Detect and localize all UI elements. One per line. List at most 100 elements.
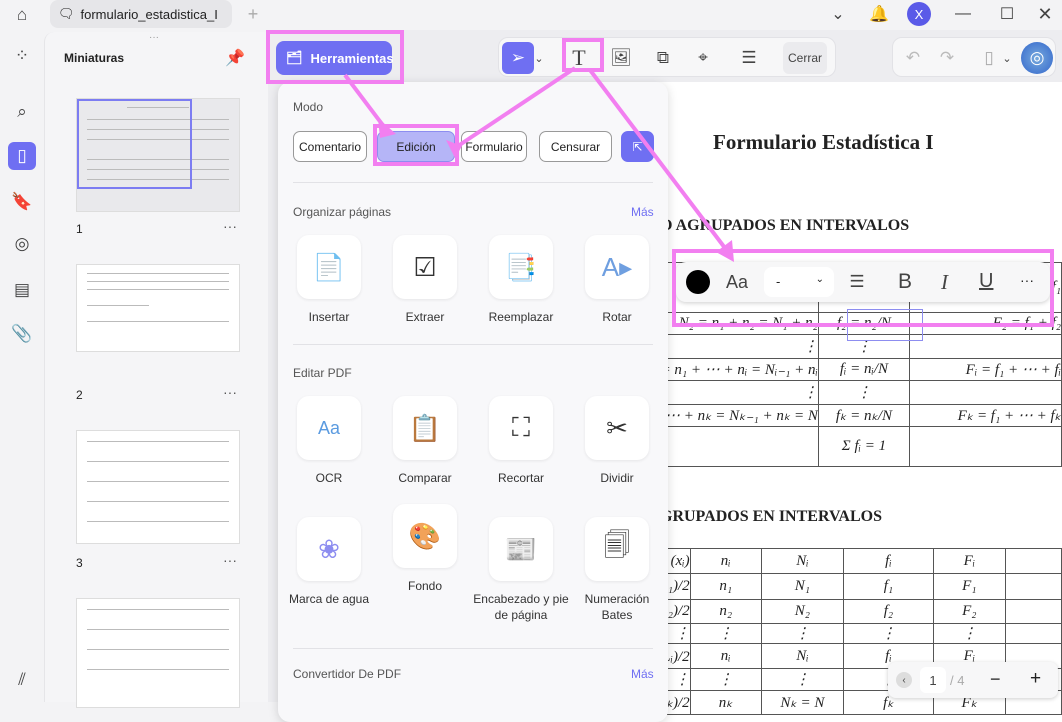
toolbox-icon: 🗂 [286, 50, 303, 65]
add-image-icon[interactable]: 🖼 [605, 42, 637, 74]
selected-text-box[interactable] [847, 309, 923, 341]
page-thumbnail-4[interactable] [76, 598, 240, 708]
table-cell [909, 380, 1062, 405]
stamp-icon[interactable]: ▤ [8, 276, 36, 304]
close-edit-button[interactable]: Cerrar [783, 42, 827, 74]
ai-assistant-icon[interactable]: ◎ [1021, 42, 1053, 74]
table-row: N_k = n₁ + ⋯ + nₖ = Nₖ₋₁ + nₖ = Nfₖ = nₖ… [645, 404, 1062, 427]
left-rail: ⁘ ⌕ ▯ 🔖 ◎ ▤ 📎 ⫽ [0, 30, 44, 702]
select-cursor-icon[interactable]: ➢ [502, 42, 534, 74]
table-cell: Nᵢ [760, 643, 845, 669]
tools-label: Herramientas [310, 50, 394, 66]
home-icon[interactable]: ⌂ [8, 2, 36, 28]
mode-edit-button[interactable]: Edición [377, 131, 455, 162]
settings-sliders-icon[interactable]: ☰ [733, 42, 765, 74]
replace-tool[interactable]: 📑 Reemplazar [473, 235, 569, 325]
avatar[interactable]: X [907, 2, 931, 26]
column-header: Nᵢ [760, 548, 845, 574]
bates-numbering-tool[interactable]: 🗐 Numeración Bates [569, 517, 665, 623]
rotate-icon: A▸ [585, 235, 649, 299]
table-cell [909, 426, 1062, 467]
table-cell: nᵢ [689, 643, 762, 669]
table-cell: ⋮ [760, 623, 845, 644]
rotate-tool[interactable]: A▸ Rotar [569, 235, 665, 325]
mode-redact-button[interactable]: Censurar [539, 131, 612, 162]
table-cell: Σ fᵢ = 1 [817, 426, 911, 467]
mode-form-button[interactable]: Formulario [461, 131, 527, 162]
table-row: N_i = n₁ + ⋯ + nᵢ = Nᵢ₋₁ + nᵢ fᵢ = nᵢ/N Fᵢ… [645, 358, 1062, 381]
open-external-icon[interactable]: ⇱ [621, 131, 654, 162]
pages-icon[interactable]: ▯ [8, 142, 36, 170]
page-number: 2 [76, 388, 83, 402]
mode-comment-button[interactable]: Comentario [293, 131, 367, 162]
comments-icon[interactable]: ◎ [8, 230, 36, 258]
add-location-icon[interactable]: ⌖ [687, 42, 719, 74]
chevron-down-icon[interactable]: ⌄ [999, 42, 1015, 74]
document-tab[interactable]: 🗨 formulario_estadistica_I [50, 0, 232, 28]
background-icon: 🎨 [393, 504, 457, 568]
pin-icon[interactable]: 📌 [225, 48, 245, 68]
tools-button[interactable]: 🗂 Herramientas [276, 41, 394, 75]
watermark-tool[interactable]: ❀ Marca de agua [281, 517, 377, 607]
library-icon[interactable]: ⫽ [8, 666, 36, 694]
page-thumbnail-3[interactable] [76, 430, 240, 544]
page-more-button[interactable]: ··· [223, 384, 237, 400]
grid-icon[interactable]: ⁘ [8, 42, 36, 70]
page-more-button[interactable]: ··· [223, 218, 237, 234]
table-cell: N₂ = n₁ + n₂ = N₁ + n₂ [645, 312, 819, 335]
more-link[interactable]: Más [631, 205, 654, 219]
bell-icon[interactable]: 🔔 [868, 3, 890, 25]
prev-page-button[interactable]: ‹ [896, 672, 912, 688]
zoom-in-button[interactable]: + [1030, 668, 1041, 690]
bold-button[interactable]: B [898, 270, 912, 294]
column-header: Fᵢ [932, 548, 1006, 574]
page-more-button[interactable]: ··· [223, 552, 237, 568]
section-heading: O AGRUPADOS EN INTERVALOS [660, 217, 910, 234]
drag-handle[interactable]: ··· [149, 32, 159, 43]
crop-tool[interactable]: ⛶ Recortar [473, 396, 569, 486]
more-options-button[interactable]: ··· [1020, 272, 1034, 288]
extract-tool[interactable]: ☑ Extraer [377, 235, 473, 325]
comment-icon: 🗨 [58, 6, 75, 21]
align-icon[interactable]: ☰ [846, 272, 868, 292]
ocr-tool[interactable]: Aa OCR [281, 396, 377, 486]
insert-icon: 📄 [297, 235, 361, 299]
font-size-select[interactable]: - ⌄ [764, 267, 834, 297]
table-cell: f₂ [843, 599, 934, 624]
background-tool[interactable]: 🎨 Fondo [377, 504, 473, 594]
column-header [1004, 548, 1062, 574]
maximize-button[interactable]: ☐ [996, 3, 1018, 25]
table-cell: ⋮ [645, 380, 819, 405]
page-thumbnail-1[interactable] [76, 98, 240, 212]
text-color-swatch[interactable] [686, 270, 710, 294]
chevron-down-icon[interactable]: ⌄ [532, 42, 546, 74]
table-cell [909, 334, 1062, 359]
redo-icon[interactable]: ↷ [931, 42, 963, 74]
compare-tool[interactable]: 📋 Comparar [377, 396, 473, 486]
zoom-out-button[interactable]: − [990, 669, 1001, 690]
minimize-button[interactable]: — [952, 3, 974, 25]
split-tool[interactable]: ✂ Dividir [569, 396, 665, 486]
italic-button[interactable]: I [941, 270, 948, 295]
close-window-button[interactable]: ✕ [1034, 3, 1056, 25]
panel-title: Miniaturas [64, 51, 125, 65]
replace-icon: 📑 [489, 235, 553, 299]
page-thumbnail-2[interactable] [76, 264, 240, 352]
chevron-down-icon[interactable]: ⌄ [828, 4, 848, 24]
insert-tool[interactable]: 📄 Insertar [281, 235, 377, 325]
table-cell: ⋮ [645, 334, 819, 359]
split-icon: ✂ [585, 396, 649, 460]
page-input[interactable]: 1 [920, 667, 946, 693]
more-link[interactable]: Más [631, 667, 654, 681]
header-footer-tool[interactable]: 📰 Encabezado y pie de página [473, 517, 569, 623]
undo-icon[interactable]: ↶ [897, 42, 929, 74]
bookmark-icon[interactable]: 🔖 [8, 188, 36, 216]
table-cell: f₁ [843, 573, 934, 600]
underline-button[interactable]: U [979, 270, 993, 293]
font-button[interactable]: Aa [726, 272, 748, 293]
add-text-icon[interactable]: T [563, 42, 595, 74]
attachment-icon[interactable]: 📎 [8, 320, 36, 348]
search-icon[interactable]: ⌕ [8, 98, 36, 126]
new-tab-button[interactable]: + [242, 2, 264, 26]
add-link-icon[interactable]: ⧉ [647, 42, 679, 74]
